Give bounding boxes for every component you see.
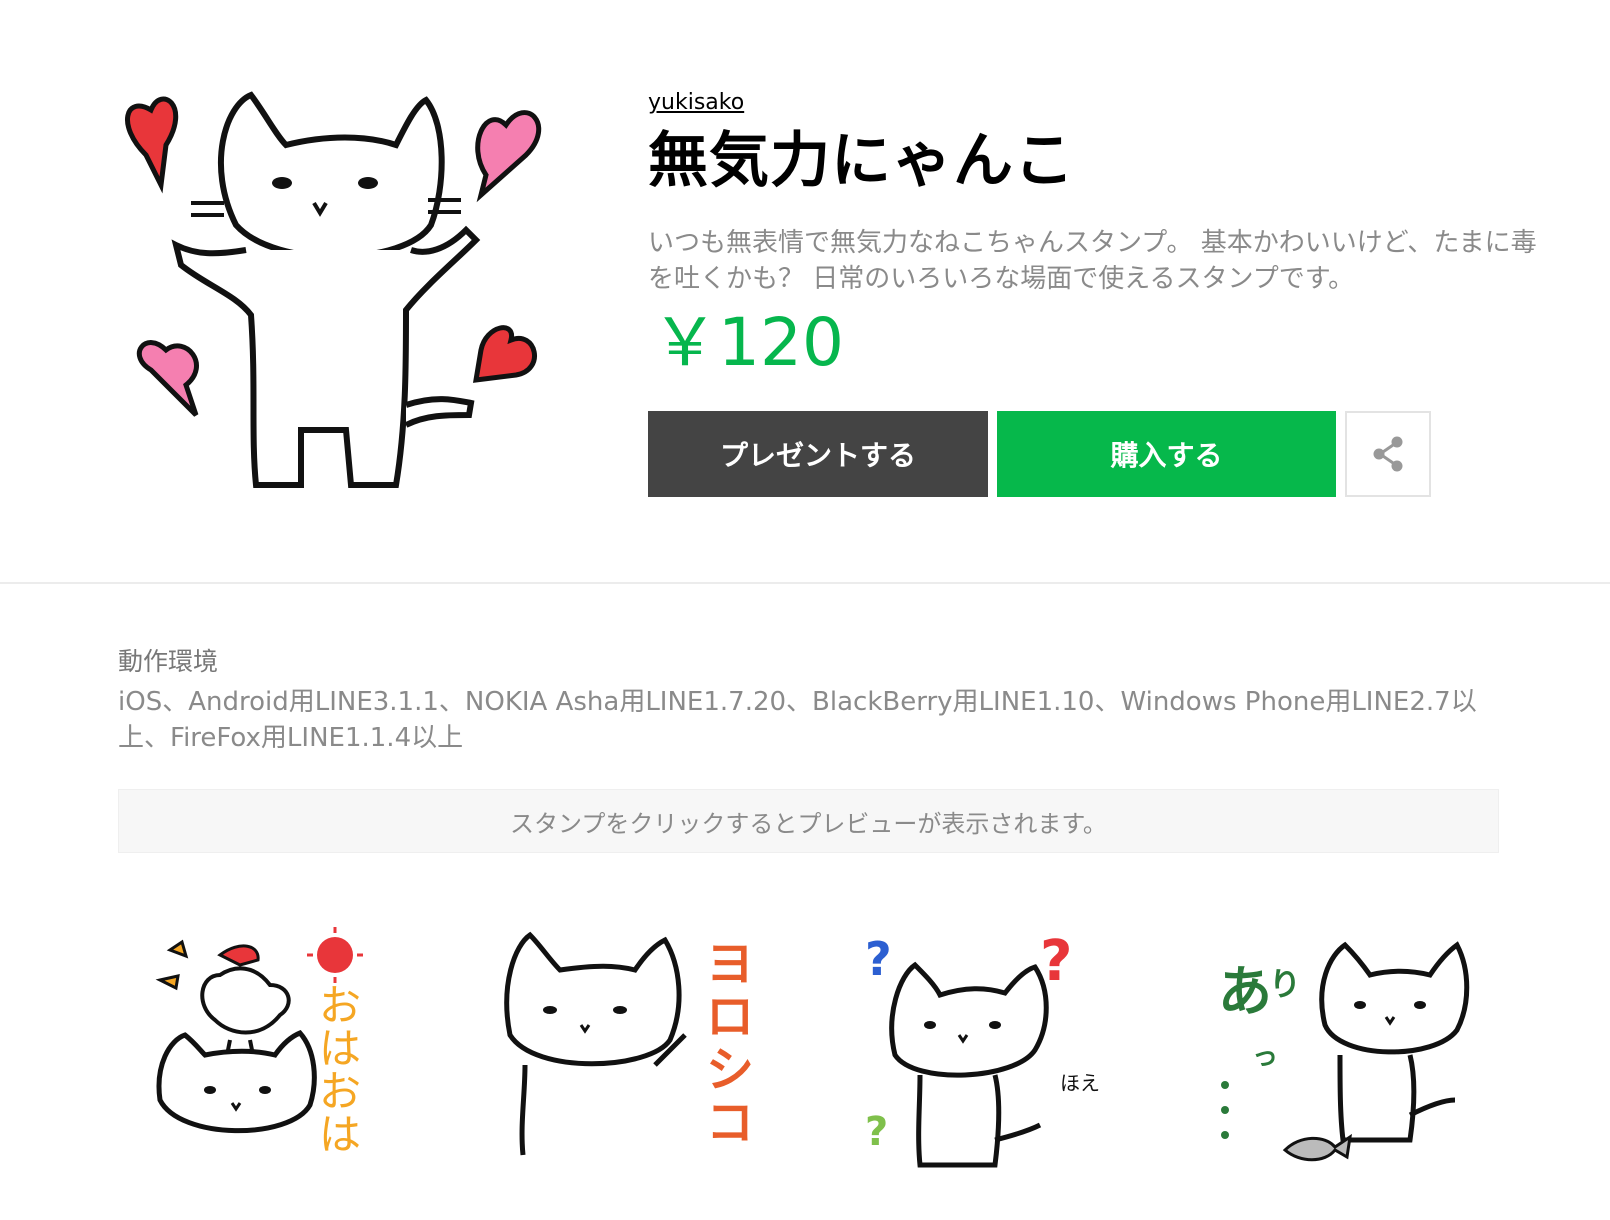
sticker-ohaoha[interactable]: お は お は <box>140 925 440 1185</box>
gift-button[interactable]: プレゼントする <box>648 411 988 497</box>
svg-text:ヨ: ヨ <box>706 936 754 992</box>
sticker-yoroshiko[interactable]: ヨ ロ シ コ <box>485 925 785 1185</box>
svg-text:は: は <box>319 1110 361 1159</box>
svg-text:ほえ: ほえ <box>1060 1071 1100 1095</box>
svg-text:あ: あ <box>1218 960 1272 1023</box>
environment-text: iOS、Android用LINE3.1.1、NOKIA Asha用LINE1.7… <box>118 687 1477 753</box>
heart-icon <box>475 110 542 203</box>
share-button[interactable] <box>1345 411 1431 497</box>
preview-hint: スタンプをクリックするとプレビューが表示されます。 <box>118 789 1499 853</box>
svg-text:シ: シ <box>706 1042 754 1098</box>
svg-text:っ: っ <box>1252 1042 1278 1072</box>
svg-text:コ: コ <box>706 1095 754 1151</box>
svg-text:?: ? <box>865 1109 888 1155</box>
svg-text:り: り <box>1269 965 1301 1003</box>
product-title: 無気力にゃんこ <box>648 126 1075 196</box>
svg-text:は: は <box>319 1024 361 1073</box>
svg-text:お: お <box>319 1067 361 1116</box>
sticker-ari[interactable]: あ り っ <box>1195 925 1495 1185</box>
product-price: ￥120 <box>652 304 844 381</box>
heart-icon <box>125 96 179 194</box>
main-sticker-image <box>125 91 542 488</box>
svg-text:?: ? <box>865 932 892 986</box>
share-icon <box>1373 436 1403 472</box>
author-link[interactable]: yukisako <box>648 90 744 115</box>
product-description: いつも無表情で無気力なねこちゃんスタンプ。 基本かわいいけど、たまに毒を吐くかも… <box>648 228 1537 294</box>
section-divider <box>0 582 1610 584</box>
svg-text:ロ: ロ <box>706 989 754 1045</box>
svg-text:お: お <box>319 981 361 1030</box>
heart-icon <box>136 340 199 417</box>
sticker-hoe[interactable]: ? ? ? ほえ <box>845 925 1145 1185</box>
environment-label: 動作環境 <box>118 647 219 676</box>
heart-icon <box>472 325 537 383</box>
buy-button[interactable]: 購入する <box>997 411 1336 497</box>
